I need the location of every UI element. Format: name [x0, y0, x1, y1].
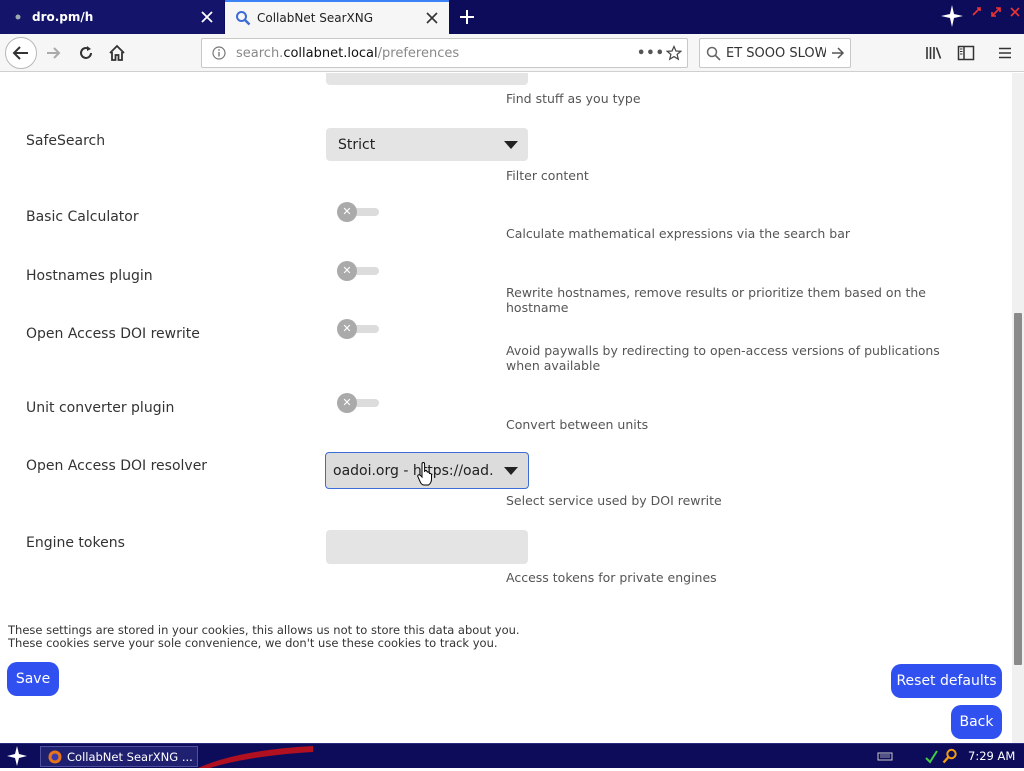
doi-resolver-desc: Select service used by DOI rewrite	[506, 493, 722, 508]
dot-icon	[10, 9, 26, 25]
safesearch-desc: Filter content	[506, 168, 589, 183]
tab-label: dro.pm/h	[32, 10, 94, 24]
taskbar-clock: 7:29 AM	[968, 749, 1016, 763]
taskbar-decoration	[198, 746, 313, 768]
calculator-label: Basic Calculator	[26, 209, 139, 225]
firefox-icon	[48, 750, 62, 763]
network-icon[interactable]	[923, 748, 939, 764]
chevron-down-icon	[494, 466, 528, 475]
cookie-note-line-2: These cookies serve your sole convenienc…	[8, 636, 498, 650]
toggle-off-icon: ✕	[337, 261, 357, 281]
url-text[interactable]: search.collabnet.local/preferences	[232, 46, 637, 61]
oa-rewrite-label: Open Access DOI rewrite	[26, 326, 200, 342]
safesearch-select[interactable]: Strict	[326, 128, 528, 161]
engine-tokens-label: Engine tokens	[26, 535, 125, 551]
preferences-page: Find stuff as you type SafeSearch Strict…	[0, 73, 1012, 743]
search-icon	[235, 10, 251, 26]
bookmark-star-icon[interactable]	[661, 45, 687, 61]
search-icon	[700, 46, 726, 61]
toggle-off-icon: ✕	[337, 393, 357, 413]
maximize-window-button[interactable]	[989, 4, 1003, 18]
arrow-right-icon[interactable]	[826, 46, 850, 60]
navigation-bar: search.collabnet.local/preferences ••• E…	[0, 34, 1024, 72]
hostnames-desc: Rewrite hostnames, remove results or pri…	[506, 285, 926, 315]
taskbar: CollabNet SearXNG ... 7:29 AM	[0, 743, 1024, 768]
info-icon[interactable]	[206, 46, 232, 60]
scrollbar-thumb[interactable]	[1014, 313, 1022, 665]
engine-tokens-input[interactable]	[326, 530, 528, 564]
chevron-down-icon	[494, 140, 528, 149]
toggle-off-icon: ✕	[337, 319, 357, 339]
search-tray-icon[interactable]	[942, 748, 958, 764]
tab-label: CollabNet SearXNG	[257, 11, 374, 25]
tab-searxng[interactable]: CollabNet SearXNG	[225, 0, 449, 34]
taskbar-task-label: CollabNet SearXNG ...	[67, 749, 193, 764]
save-button[interactable]: Save	[7, 662, 59, 696]
taskbar-task-searxng[interactable]: CollabNet SearXNG ...	[40, 746, 198, 767]
calculator-toggle[interactable]: ✕	[337, 202, 379, 222]
hostnames-label: Hostnames plugin	[26, 268, 153, 284]
search-on-type-desc: Find stuff as you type	[506, 91, 641, 106]
cookie-note: These settings are stored in your cookie…	[8, 624, 520, 650]
reset-defaults-button[interactable]: Reset defaults	[891, 664, 1002, 698]
back-button[interactable]	[5, 37, 37, 69]
forward-button[interactable]	[40, 39, 68, 67]
menu-icon[interactable]	[992, 40, 1018, 66]
close-window-button[interactable]	[1008, 4, 1022, 18]
url-host: collabnet.local	[283, 45, 378, 61]
toggle-off-icon: ✕	[337, 202, 357, 222]
search-bar[interactable]: ET SOOO SLOW	[699, 38, 851, 68]
engine-tokens-desc: Access tokens for private engines	[506, 570, 717, 585]
sidebar-icon[interactable]	[953, 40, 979, 66]
home-button[interactable]	[103, 39, 131, 67]
doi-resolver-label: Open Access DOI resolver	[26, 458, 208, 474]
window-manager-star-icon	[940, 4, 964, 28]
unit-converter-desc: Convert between units	[506, 417, 649, 432]
search-text[interactable]: ET SOOO SLOW	[726, 46, 826, 61]
back-button-page[interactable]: Back	[951, 705, 1002, 739]
url-prefix: search.	[236, 45, 284, 61]
tab-dro-pm[interactable]: dro.pm/h	[0, 0, 224, 34]
address-bar[interactable]: search.collabnet.local/preferences •••	[201, 38, 688, 68]
safesearch-value: Strict	[338, 136, 376, 153]
oa-rewrite-desc: Avoid paywalls by redirecting to open-ac…	[506, 343, 940, 373]
oa-rewrite-toggle[interactable]: ✕	[337, 319, 379, 339]
close-tab-icon[interactable]	[196, 6, 218, 28]
start-menu-icon[interactable]	[6, 745, 28, 767]
calculator-desc: Calculate mathematical expressions via t…	[506, 226, 851, 241]
doi-resolver-value: oadoi.org - https://oad...	[333, 462, 494, 479]
minimize-window-button[interactable]	[970, 4, 984, 18]
page-actions-icon[interactable]: •••	[637, 46, 664, 61]
url-path: /preferences	[377, 45, 460, 61]
unit-converter-label: Unit converter plugin	[26, 400, 175, 416]
search-on-type-select[interactable]	[326, 73, 528, 85]
new-tab-button[interactable]	[454, 4, 480, 30]
vertical-scrollbar[interactable]	[1012, 73, 1024, 743]
unit-converter-toggle[interactable]: ✕	[337, 393, 379, 413]
close-tab-icon[interactable]	[421, 7, 443, 29]
hand-cursor-icon	[417, 462, 432, 486]
safesearch-label: SafeSearch	[26, 133, 106, 149]
hostnames-toggle[interactable]: ✕	[337, 261, 379, 281]
tab-strip: dro.pm/h CollabNet SearXNG	[0, 0, 1024, 34]
library-icon[interactable]	[921, 40, 947, 66]
reload-button[interactable]	[72, 39, 100, 67]
keyboard-icon[interactable]	[877, 748, 893, 764]
